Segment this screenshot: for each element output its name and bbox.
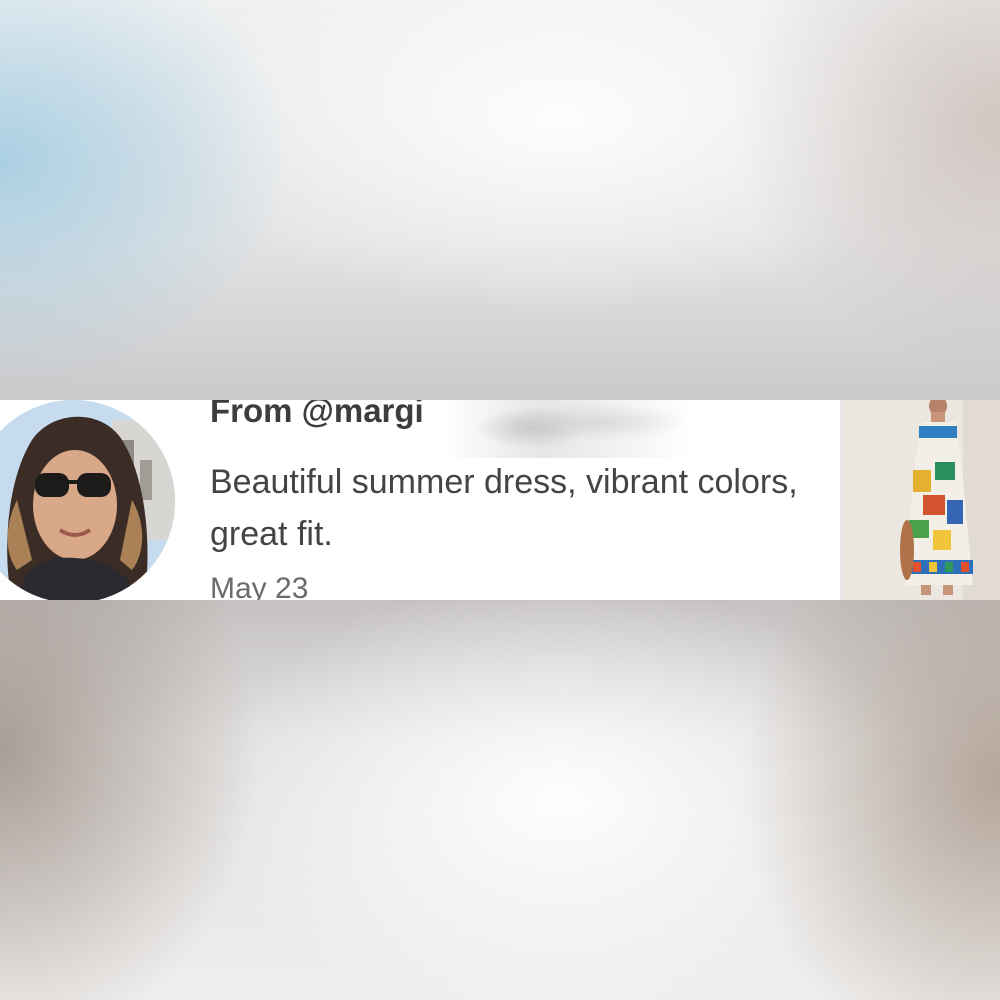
product-thumbnail[interactable] [843,400,1000,600]
reviewer-avatar[interactable] [0,400,175,600]
reviewer-handle[interactable]: From @margi [210,400,424,430]
avatar-photo-icon [0,400,175,600]
review-text: Beautiful summer dress, vibrant colors, … [210,463,798,553]
redaction-blur [442,400,692,458]
screenshot-canvas: From @margi Beautiful summer dress, vibr… [0,0,1000,1000]
blurred-background-bottom [0,600,1000,1000]
blurred-background-top [0,0,1000,400]
dress-image-icon [843,400,1000,600]
review-card[interactable]: From @margi Beautiful summer dress, vibr… [0,400,1000,600]
review-content: From @margi Beautiful summer dress, vibr… [210,400,840,600]
review-date: May 23 [210,572,309,600]
